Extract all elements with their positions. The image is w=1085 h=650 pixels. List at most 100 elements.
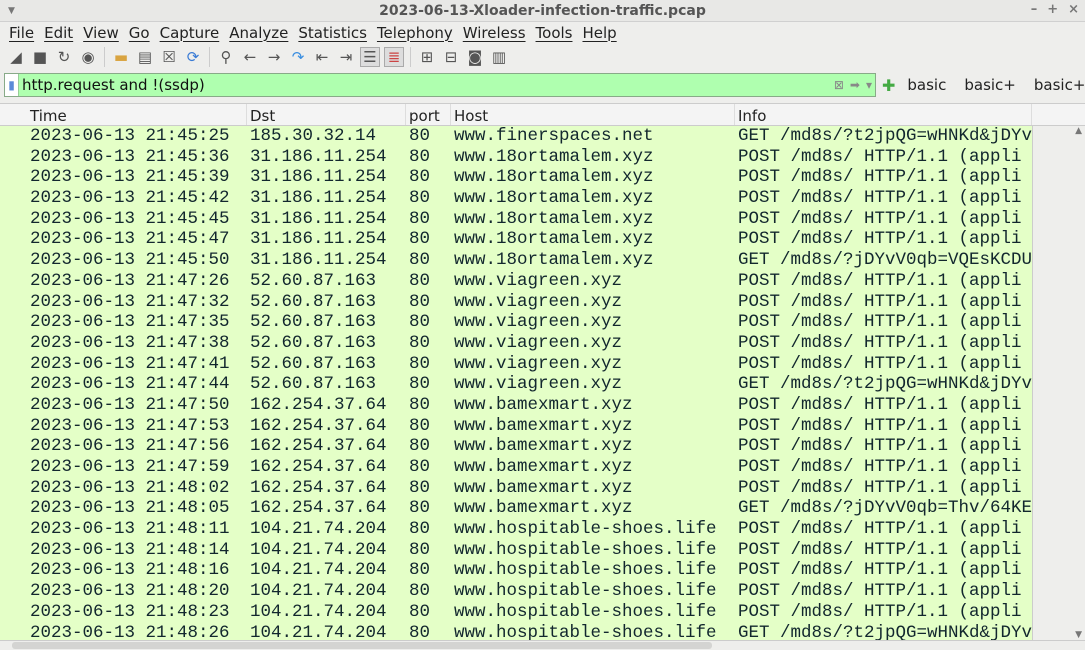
table-row[interactable]: 2023-06-13 21:45:25 185.30.32.14 80 www.fin…: [0, 126, 1032, 147]
scroll-up-icon[interactable]: ▲: [1075, 126, 1082, 136]
stop-capture-icon[interactable]: ■: [30, 47, 50, 67]
minimize-icon[interactable]: –: [1031, 2, 1038, 17]
table-row[interactable]: 2023-06-13 21:45:39 31.186.11.254 80 www.18…: [0, 167, 1032, 188]
table-row[interactable]: 2023-06-13 21:48:02 162.254.37.64 80 www.ba…: [0, 478, 1032, 499]
menu-view[interactable]: View: [78, 24, 124, 42]
menu-telephony[interactable]: Telephony: [372, 24, 458, 42]
cell-host: www.bamexmart.xyz: [454, 394, 633, 415]
bookmark-icon[interactable]: ▮: [5, 74, 19, 96]
go-to-packet-icon[interactable]: ↷: [288, 47, 308, 67]
column-header-time[interactable]: Time: [0, 104, 247, 125]
first-packet-icon[interactable]: ⇤: [312, 47, 332, 67]
table-row[interactable]: 2023-06-13 21:47:41 52.60.87.163 80 www.via…: [0, 354, 1032, 375]
menu-analyze[interactable]: Analyze: [224, 24, 293, 42]
table-row[interactable]: 2023-06-13 21:47:38 52.60.87.163 80 www.via…: [0, 333, 1032, 354]
cell-dst: 104.21.74.204: [250, 519, 387, 540]
reload-file-icon[interactable]: ⟳: [183, 47, 203, 67]
go-forward-icon[interactable]: →: [264, 47, 284, 67]
cell-info: POST /md8s/ HTTP/1.1 (appli: [738, 394, 1022, 415]
table-row[interactable]: 2023-06-13 21:48:20 104.21.74.204 80 www.ho…: [0, 581, 1032, 602]
filter-button-basic-dns[interactable]: basic+dns: [1028, 76, 1085, 94]
normal-size-icon[interactable]: ◙: [465, 47, 485, 67]
table-row[interactable]: 2023-06-13 21:45:45 31.186.11.254 80 www.18…: [0, 209, 1032, 230]
table-row[interactable]: 2023-06-13 21:47:44 52.60.87.163 80 www.via…: [0, 374, 1032, 395]
table-row[interactable]: 2023-06-13 21:45:36 31.186.11.254 80 www.18…: [0, 147, 1032, 168]
last-packet-icon[interactable]: ⇥: [336, 47, 356, 67]
table-row[interactable]: 2023-06-13 21:47:35 52.60.87.163 80 www.via…: [0, 312, 1032, 333]
menu-help[interactable]: Help: [577, 24, 621, 42]
apply-filter-icon[interactable]: ➡: [847, 78, 863, 92]
cell-host: www.bamexmart.xyz: [454, 457, 633, 477]
table-row[interactable]: 2023-06-13 21:48:23 104.21.74.204 80 www.ho…: [0, 602, 1032, 623]
column-header-dst[interactable]: Dst: [247, 104, 406, 125]
open-file-icon[interactable]: ▬: [111, 47, 131, 67]
start-capture-icon[interactable]: ◢: [6, 47, 26, 67]
vertical-scrollbar[interactable]: ▲ ▼: [1032, 126, 1085, 640]
table-row[interactable]: 2023-06-13 21:48:26 104.21.74.204 80 www.ho…: [0, 623, 1032, 641]
filter-button-basic-plus[interactable]: basic+: [958, 76, 1022, 94]
column-header-host[interactable]: Host: [451, 104, 735, 125]
menu-tools[interactable]: Tools: [531, 24, 578, 42]
cell-dst: 104.21.74.204: [250, 622, 387, 641]
cell-time: 2023-06-13 21:47:41: [30, 353, 230, 374]
cell-info: POST /md8s/ HTTP/1.1 (appli: [738, 167, 1022, 188]
filter-history-dropdown[interactable]: ▾: [863, 78, 875, 92]
packet-rows: 2023-06-13 21:45:25 185.30.32.14 80 www.fin…: [0, 126, 1032, 640]
menu-go[interactable]: Go: [124, 24, 155, 42]
window-menu-icon[interactable]: ▼: [8, 6, 15, 16]
table-row[interactable]: 2023-06-13 21:48:11 104.21.74.204 80 www.ho…: [0, 519, 1032, 540]
menu-file[interactable]: File: [4, 24, 39, 42]
table-row[interactable]: 2023-06-13 21:48:16 104.21.74.204 80 www.ho…: [0, 560, 1032, 581]
table-row[interactable]: 2023-06-13 21:48:14 104.21.74.204 80 www.ho…: [0, 540, 1032, 561]
restart-capture-icon[interactable]: ↻: [54, 47, 74, 67]
table-row[interactable]: 2023-06-13 21:45:47 31.186.11.254 80 www.18…: [0, 229, 1032, 250]
table-row[interactable]: 2023-06-13 21:47:26 52.60.87.163 80 www.via…: [0, 271, 1032, 292]
capture-options-icon[interactable]: ◉: [78, 47, 98, 67]
cell-dst: 162.254.37.64: [250, 477, 387, 498]
close-icon[interactable]: ×: [1068, 2, 1079, 17]
table-row[interactable]: 2023-06-13 21:47:56 162.254.37.64 80 www.ba…: [0, 436, 1032, 457]
table-row[interactable]: 2023-06-13 21:47:53 162.254.37.64 80 www.ba…: [0, 416, 1032, 437]
cell-info: GET /md8s/?jDYvV0qb=Thv/64KE: [738, 498, 1032, 519]
filter-button-basic[interactable]: basic: [901, 76, 952, 94]
table-row[interactable]: 2023-06-13 21:47:32 52.60.87.163 80 www.via…: [0, 292, 1032, 313]
colorize-icon[interactable]: ≣: [384, 47, 404, 67]
scrollbar-thumb[interactable]: [12, 642, 712, 649]
go-back-icon[interactable]: ←: [240, 47, 260, 67]
add-filter-button-icon[interactable]: ✚: [882, 76, 895, 95]
table-row[interactable]: 2023-06-13 21:48:05 162.254.37.64 80 www.ba…: [0, 498, 1032, 519]
cell-info: POST /md8s/ HTTP/1.1 (appli: [738, 436, 1022, 457]
table-row[interactable]: 2023-06-13 21:45:42 31.186.11.254 80 www.18…: [0, 188, 1032, 209]
autoscroll-icon[interactable]: ☰: [360, 47, 380, 67]
save-file-icon[interactable]: ▤: [135, 47, 155, 67]
menu-capture[interactable]: Capture: [155, 24, 225, 42]
table-row[interactable]: 2023-06-13 21:47:59 162.254.37.64 80 www.ba…: [0, 457, 1032, 478]
display-filter-input[interactable]: [19, 76, 831, 94]
cell-host: www.18ortamalem.xyz: [454, 167, 654, 188]
horizontal-scrollbar[interactable]: [0, 640, 1085, 650]
cell-time: 2023-06-13 21:48:14: [30, 539, 230, 560]
find-packet-icon[interactable]: ⚲: [216, 47, 236, 67]
cell-port: 80: [409, 374, 431, 395]
close-file-icon[interactable]: ☒: [159, 47, 179, 67]
cell-port: 80: [409, 498, 431, 519]
resize-columns-icon[interactable]: ▥: [489, 47, 509, 67]
table-row[interactable]: 2023-06-13 21:47:50 162.254.37.64 80 www.ba…: [0, 395, 1032, 416]
column-header-port[interactable]: port: [406, 104, 451, 125]
cell-port: 80: [409, 477, 431, 498]
cell-port: 80: [409, 519, 431, 540]
scroll-down-icon[interactable]: ▼: [1075, 630, 1082, 640]
column-header-info[interactable]: Info: [735, 104, 1032, 125]
cell-info: GET /md8s/?t2jpQG=wHNKd&jDYv: [738, 126, 1032, 146]
cell-time: 2023-06-13 21:45:36: [30, 146, 230, 167]
zoom-in-icon[interactable]: ⊞: [417, 47, 437, 67]
table-row[interactable]: 2023-06-13 21:45:50 31.186.11.254 80 www.18…: [0, 250, 1032, 271]
cell-info: POST /md8s/ HTTP/1.1 (appli: [738, 560, 1022, 581]
zoom-out-icon[interactable]: ⊟: [441, 47, 461, 67]
menu-wireless[interactable]: Wireless: [458, 24, 531, 42]
menu-edit[interactable]: Edit: [39, 24, 78, 42]
maximize-icon[interactable]: +: [1047, 2, 1058, 17]
menu-statistics[interactable]: Statistics: [293, 24, 372, 42]
clear-filter-icon[interactable]: ⊠: [831, 78, 847, 92]
cell-info: POST /md8s/ HTTP/1.1 (appli: [738, 229, 1022, 250]
